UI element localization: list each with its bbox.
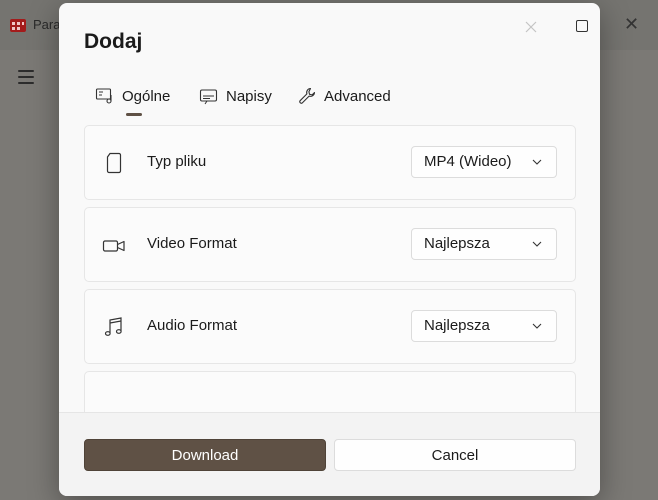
- video-format-value: Najlepsza: [424, 235, 490, 252]
- video-camera-icon: [102, 240, 125, 252]
- tab-general-label: Ogólne: [122, 87, 171, 105]
- tab-general[interactable]: Ogólne: [95, 81, 170, 111]
- subtitles-icon: [199, 89, 218, 105]
- general-settings-icon: [95, 88, 112, 104]
- close-icon[interactable]: [520, 16, 542, 38]
- add-dialog: Dodaj Ogólne Napisy Advanced Typ pliku M…: [59, 3, 600, 496]
- background-close-icon[interactable]: ✕: [624, 14, 639, 35]
- tab-advanced[interactable]: Advanced: [297, 81, 391, 111]
- dialog-title: Dodaj: [84, 30, 143, 53]
- chevron-down-icon: [532, 323, 542, 329]
- setting-card-file-type: Typ pliku MP4 (Wideo): [84, 125, 576, 200]
- setting-label-file-type: Typ pliku: [147, 153, 207, 170]
- chevron-down-icon: [532, 159, 542, 165]
- setting-card-audio-format: Audio Format Najlepsza: [84, 289, 576, 364]
- audio-format-value: Najlepsza: [424, 317, 490, 334]
- tab-advanced-label: Advanced: [324, 87, 391, 105]
- cancel-button[interactable]: Cancel: [334, 439, 576, 471]
- app-logo-icon: [10, 19, 26, 32]
- hamburger-icon[interactable]: [18, 70, 34, 88]
- chevron-down-icon: [532, 241, 542, 247]
- audio-format-select[interactable]: Najlepsza: [411, 310, 557, 342]
- maximize-icon[interactable]: [576, 20, 588, 32]
- wrench-icon: [299, 87, 316, 104]
- setting-label-video-format: Video Format: [147, 235, 237, 252]
- music-note-icon: [104, 317, 122, 336]
- selected-tab-indicator: [126, 113, 142, 116]
- video-format-select[interactable]: Najlepsza: [411, 228, 557, 260]
- setting-card-video-format: Video Format Najlepsza: [84, 207, 576, 282]
- dialog-footer: Download Cancel: [59, 412, 600, 496]
- file-icon: [106, 152, 122, 174]
- file-type-select[interactable]: MP4 (Wideo): [411, 146, 557, 178]
- tab-subtitles-label: Napisy: [226, 87, 272, 105]
- tab-subtitles[interactable]: Napisy: [199, 81, 272, 111]
- background-app-title: Para: [33, 17, 61, 32]
- download-button[interactable]: Download: [84, 439, 326, 471]
- setting-label-audio-format: Audio Format: [147, 317, 238, 334]
- file-type-value: MP4 (Wideo): [424, 153, 512, 170]
